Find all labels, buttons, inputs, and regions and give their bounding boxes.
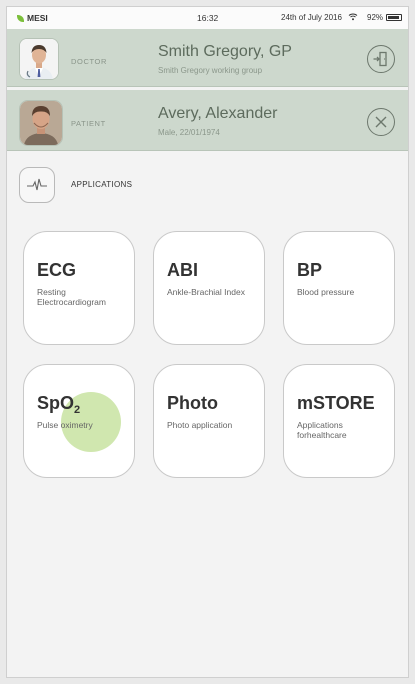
tile-description: Applications forhealthcare bbox=[297, 420, 347, 440]
wifi-icon bbox=[348, 12, 358, 23]
patient-role-label: PATIENT bbox=[71, 119, 106, 128]
app-tile-bp[interactable]: BP Blood pressure bbox=[283, 231, 395, 345]
patient-name: Avery, Alexander bbox=[158, 105, 278, 122]
status-date: 24th of July 2016 bbox=[281, 13, 342, 22]
doctor-row[interactable]: DOCTOR Smith Gregory, GP Smith Gregory w… bbox=[7, 29, 408, 87]
battery-status: 92% bbox=[367, 13, 403, 22]
ecg-waveform-icon bbox=[27, 178, 47, 191]
tile-description: Ankle-Brachial Index bbox=[167, 287, 245, 297]
app-tile-photo[interactable]: Photo Photo application bbox=[153, 364, 265, 478]
tile-description: Resting Electrocardiogram bbox=[37, 287, 106, 307]
status-bar: MESI 16:32 24th of July 2016 92% bbox=[7, 7, 408, 30]
close-patient-button[interactable] bbox=[367, 108, 395, 136]
doctor-name: Smith Gregory, GP bbox=[158, 43, 292, 60]
status-app: MESI bbox=[17, 13, 48, 23]
logout-button[interactable] bbox=[367, 45, 395, 73]
logout-door-icon bbox=[373, 51, 387, 67]
tile-title: SpO2 bbox=[37, 393, 81, 416]
tile-title: ECG bbox=[37, 260, 77, 280]
tile-title: BP bbox=[297, 260, 323, 280]
battery-icon bbox=[386, 14, 403, 21]
battery-percent: 92% bbox=[367, 13, 384, 22]
applications-heading: APPLICATIONS bbox=[71, 180, 133, 189]
patient-row[interactable]: PATIENT Avery, Alexander Male, 22/01/197… bbox=[7, 90, 408, 151]
tile-description: Blood pressure bbox=[297, 287, 355, 297]
battery-fill bbox=[388, 16, 400, 19]
status-time: 16:32 bbox=[197, 13, 219, 23]
patient-details: Male, 22/01/1974 bbox=[158, 128, 220, 137]
doctor-role-label: DOCTOR bbox=[71, 57, 107, 66]
tile-description: Photo application bbox=[167, 420, 233, 430]
tile-description: Pulse oximetry bbox=[37, 420, 93, 430]
tile-title-subscript: 2 bbox=[74, 404, 81, 416]
tile-title: ABI bbox=[167, 260, 198, 280]
app-tile-abi[interactable]: ABI Ankle-Brachial Index bbox=[153, 231, 265, 345]
tile-title: Photo bbox=[167, 393, 218, 413]
tile-title: mSTORE bbox=[297, 393, 375, 413]
applications-icon-box bbox=[19, 167, 55, 203]
doctor-avatar bbox=[19, 38, 59, 80]
app-frame: MESI 16:32 24th of July 2016 92% DOCTOR bbox=[6, 6, 409, 678]
patient-avatar bbox=[19, 100, 63, 146]
mesi-logo-icon bbox=[17, 14, 24, 22]
close-icon bbox=[375, 116, 387, 128]
app-tile-mstore[interactable]: mSTORE Applications forhealthcare bbox=[283, 364, 395, 478]
app-tile-ecg[interactable]: ECG Resting Electrocardiogram bbox=[23, 231, 135, 345]
app-tile-spo2[interactable]: SpO2 Pulse oximetry bbox=[23, 364, 135, 478]
status-app-name: MESI bbox=[27, 13, 48, 23]
doctor-group: Smith Gregory working group bbox=[158, 66, 263, 75]
tile-title-main: SpO bbox=[37, 393, 75, 413]
